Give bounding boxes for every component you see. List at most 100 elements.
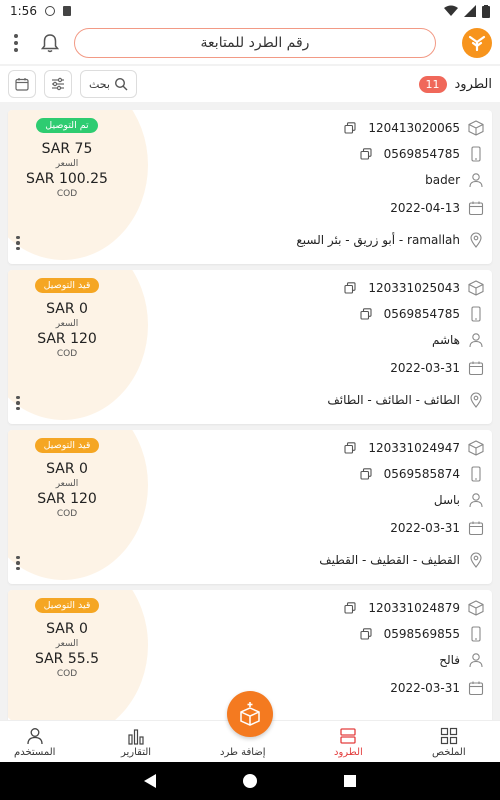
phone-number: 0569854785 bbox=[383, 147, 460, 161]
delivery-status-badge: تم التوصيل bbox=[36, 118, 98, 133]
tracking-number: 120413020065 bbox=[368, 121, 460, 135]
status-bar: 1:56 bbox=[0, 0, 500, 22]
copy-icon[interactable] bbox=[360, 308, 372, 320]
tracking-number: 120331024947 bbox=[368, 441, 460, 455]
price-label: السعر bbox=[55, 639, 79, 649]
price-value: SAR 0 bbox=[46, 301, 88, 317]
price-label: السعر bbox=[55, 479, 79, 489]
card-more-menu-icon[interactable] bbox=[16, 555, 20, 570]
sim-icon bbox=[62, 6, 71, 16]
calendar-icon bbox=[468, 200, 484, 216]
parcels-title: الطرود bbox=[454, 76, 492, 92]
nav-reports[interactable]: التقارير bbox=[121, 727, 151, 758]
recipient-name: هاشم bbox=[431, 333, 460, 347]
cod-value: SAR 120 bbox=[37, 491, 97, 507]
parcel-address: الطائف - الطائف - الطائف bbox=[327, 393, 460, 407]
cod-label: COD bbox=[56, 189, 78, 199]
parcel-list: تم التوصيل SAR 75 السعر SAR 100.25 COD 1… bbox=[0, 104, 500, 720]
user-icon bbox=[468, 652, 484, 668]
bottom-nav: المستخدم التقارير إضافة طرد الطرود الملخ… bbox=[0, 691, 500, 762]
dashboard-icon bbox=[440, 727, 457, 745]
price-label: السعر bbox=[55, 319, 79, 329]
recipient-name: فالح bbox=[439, 653, 460, 667]
back-icon[interactable] bbox=[143, 773, 157, 789]
nav-add-parcel-label: إضافة طرد bbox=[220, 747, 266, 758]
parcel-address: أبو زريق - بئر السبع - ramallah bbox=[296, 233, 460, 247]
home-icon[interactable] bbox=[242, 773, 258, 789]
phone-number: 0569854785 bbox=[383, 307, 460, 321]
notification-icon bbox=[44, 6, 55, 16]
location-pin-icon bbox=[468, 552, 484, 568]
filter-settings-button[interactable] bbox=[44, 70, 72, 98]
search-button[interactable]: بحث bbox=[80, 70, 137, 98]
phone-icon bbox=[468, 306, 484, 322]
bar-chart-icon bbox=[128, 729, 144, 745]
add-package-icon bbox=[240, 702, 260, 726]
more-menu-icon[interactable] bbox=[8, 34, 24, 52]
calendar-icon bbox=[468, 520, 484, 536]
bell-icon[interactable] bbox=[38, 31, 62, 55]
parcel-card[interactable]: قيد التوصيل SAR 0 السعر SAR 120 COD 1203… bbox=[8, 430, 492, 584]
cod-label: COD bbox=[56, 349, 78, 359]
nav-reports-label: التقارير bbox=[121, 747, 152, 758]
package-icon bbox=[468, 280, 484, 296]
parcel-date: 2022-03-31 bbox=[390, 361, 460, 375]
user-icon bbox=[468, 332, 484, 348]
recents-icon[interactable] bbox=[343, 774, 357, 788]
nav-summary[interactable]: الملخص bbox=[432, 727, 466, 758]
battery-icon bbox=[482, 4, 490, 18]
nav-user[interactable]: المستخدم bbox=[14, 727, 55, 758]
tracking-number: 120331024879 bbox=[368, 601, 460, 615]
copy-icon[interactable] bbox=[360, 628, 372, 640]
package-icon bbox=[468, 600, 484, 616]
nav-user-label: المستخدم bbox=[14, 747, 56, 758]
location-pin-icon bbox=[468, 392, 484, 408]
cod-label: COD bbox=[56, 509, 78, 519]
cod-value: SAR 100.25 bbox=[26, 171, 108, 187]
status-time: 1:56 bbox=[10, 4, 37, 18]
package-icon bbox=[468, 440, 484, 456]
delivery-status-badge: قيد التوصيل bbox=[34, 598, 100, 613]
location-pin-icon bbox=[468, 232, 484, 248]
copy-icon[interactable] bbox=[344, 442, 356, 454]
price-value: SAR 0 bbox=[46, 461, 88, 477]
user-icon bbox=[468, 172, 484, 188]
parcel-card[interactable]: تم التوصيل SAR 75 السعر SAR 100.25 COD 1… bbox=[8, 110, 492, 264]
card-more-menu-icon[interactable] bbox=[16, 395, 20, 410]
add-parcel-button[interactable] bbox=[227, 691, 273, 737]
parcel-card[interactable]: قيد التوصيل SAR 0 السعر SAR 120 COD 1203… bbox=[8, 270, 492, 424]
copy-icon[interactable] bbox=[344, 602, 356, 614]
parcel-date: 2022-04-13 bbox=[390, 201, 460, 215]
nav-add-parcel[interactable]: إضافة طرد bbox=[220, 747, 266, 758]
delivery-status-badge: قيد التوصيل bbox=[34, 438, 100, 453]
sliders-icon bbox=[52, 77, 64, 91]
nav-summary-label: الملخص bbox=[432, 747, 466, 758]
price-label: السعر bbox=[55, 159, 79, 169]
parcels-heading: 11 الطرود bbox=[418, 75, 492, 93]
cod-value: SAR 55.5 bbox=[34, 651, 100, 667]
calendar-filter-button[interactable] bbox=[8, 70, 36, 98]
filter-bar: بحث 11 الطرود bbox=[0, 66, 500, 102]
copy-icon[interactable] bbox=[360, 468, 372, 480]
nav-parcels[interactable]: الطرود bbox=[334, 727, 363, 758]
system-nav-bar bbox=[0, 762, 500, 800]
copy-icon[interactable] bbox=[344, 122, 356, 134]
calendar-icon bbox=[468, 360, 484, 376]
copy-icon[interactable] bbox=[344, 282, 356, 294]
parcel-date: 2022-03-31 bbox=[390, 681, 460, 695]
phone-icon bbox=[468, 466, 484, 482]
calendar-icon bbox=[468, 680, 484, 696]
search-icon bbox=[114, 77, 128, 91]
wifi-icon bbox=[444, 5, 458, 16]
tracking-search-input[interactable]: رقم الطرد للمتابعة bbox=[74, 28, 436, 58]
price-value: SAR 75 bbox=[41, 141, 93, 157]
cod-value: SAR 120 bbox=[37, 331, 97, 347]
phone-icon bbox=[468, 626, 484, 642]
app-logo bbox=[462, 28, 492, 58]
tracking-number: 120331025043 bbox=[368, 281, 460, 295]
card-more-menu-icon[interactable] bbox=[16, 235, 20, 250]
parcels-count-badge: 11 bbox=[418, 75, 447, 93]
copy-icon[interactable] bbox=[360, 148, 372, 160]
phone-number: 0598569855 bbox=[383, 627, 460, 641]
cod-label: COD bbox=[56, 669, 78, 679]
